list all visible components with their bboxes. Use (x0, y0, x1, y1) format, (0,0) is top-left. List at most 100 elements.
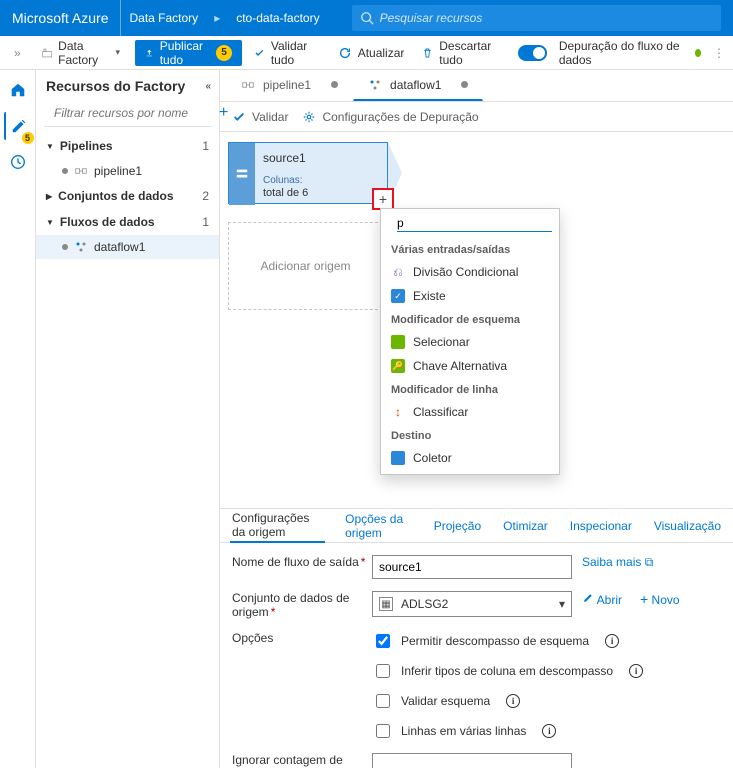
transform-surrogate-key[interactable]: 🔑 Chave Alternativa (381, 354, 559, 378)
transform-exists[interactable]: ✓ Existe (381, 284, 559, 308)
discard-all-button[interactable]: Descartar tudo (416, 35, 506, 71)
source-settings-panel: Configurações da origem Opções da origem… (220, 508, 733, 768)
debug-status-indicator (695, 49, 701, 57)
transform-select[interactable]: Selecionar (381, 330, 559, 354)
author-button[interactable]: 5 (4, 112, 32, 140)
search-placeholder: Pesquisar recursos (380, 11, 483, 25)
info-icon[interactable]: i (542, 724, 556, 738)
collapse-left-icon[interactable]: » (8, 46, 27, 60)
dataflow-icon (74, 240, 88, 254)
tab-pipeline1[interactable]: pipeline1 (226, 69, 353, 101)
global-search[interactable]: Pesquisar recursos (352, 5, 721, 31)
datasets-section[interactable]: ▶ Conjuntos de dados 2 (36, 183, 219, 209)
skip-line-count-label: Ignorar contagem de linhas (232, 753, 372, 768)
brand[interactable]: Microsoft Azure (12, 0, 121, 36)
source-dataset-select[interactable]: ▦ ADLSG2 ▾ (372, 591, 572, 617)
publish-all-button[interactable]: Publicar tudo 5 (135, 40, 242, 66)
refresh-button[interactable]: Atualizar (332, 42, 411, 64)
monitor-button[interactable] (4, 148, 32, 176)
allow-schema-drift-checkbox[interactable] (376, 634, 390, 648)
output-stream-name-input[interactable] (372, 555, 572, 579)
add-source-placeholder[interactable]: Adicionar origem (228, 222, 383, 310)
select-icon (391, 335, 405, 349)
validate-all-button[interactable]: Validar tudo (248, 35, 326, 71)
source-node[interactable]: source1 Colunas: total de 6 (228, 142, 388, 204)
factory-icon (42, 46, 52, 60)
options-label: Opções (232, 631, 372, 645)
more-icon[interactable]: ⋮ (713, 46, 725, 60)
breadcrumb-factory-name[interactable]: cto-data-factory (228, 0, 327, 36)
dataflow-item[interactable]: dataflow1 (36, 235, 219, 259)
skip-line-count-input[interactable] (372, 753, 572, 768)
item-label: Existe (413, 289, 446, 303)
pipeline-item[interactable]: pipeline1 (36, 159, 219, 183)
validate-button[interactable]: Validar (232, 110, 288, 124)
dirty-indicator-icon (461, 81, 468, 88)
dataflow-debug-toggle[interactable] (518, 45, 546, 61)
transform-sink[interactable]: Coletor (381, 446, 559, 470)
tab-preview[interactable]: Visualização (652, 509, 723, 543)
sort-icon: ↕ (391, 405, 405, 419)
breadcrumb-datafactory[interactable]: Data Factory (121, 0, 206, 36)
factory-resources-panel: Recursos do Factory « + ▼ Pipelines 1 (36, 70, 220, 768)
dataflows-section[interactable]: ▼ Fluxos de dados 1 (36, 209, 219, 235)
transform-conditional-split[interactable]: ⎌ Divisão Condicional (381, 260, 559, 284)
dataflows-count: 1 (202, 215, 209, 229)
info-icon[interactable]: i (506, 694, 520, 708)
datasets-label: Conjuntos de dados (58, 189, 173, 203)
validate-schema-label: Validar esquema (401, 694, 490, 708)
tab-source-settings[interactable]: Configurações da origem (230, 509, 325, 543)
check-icon (254, 46, 265, 60)
source-columns-total: total de 6 (263, 187, 308, 199)
dataflow-icon (368, 78, 382, 92)
learn-more-link[interactable]: Saiba mais ⧉ (582, 555, 653, 570)
tab-label: dataflow1 (390, 78, 441, 92)
item-label: Chave Alternativa (413, 359, 507, 373)
chevron-right-icon: ▸ (206, 0, 228, 36)
debug-settings-button[interactable]: Configurações de Depuração (302, 110, 478, 124)
collapse-panel-icon[interactable]: « (205, 81, 209, 92)
editor-tabs: pipeline1 dataflow1 (220, 70, 733, 102)
tab-inspect[interactable]: Inspecionar (568, 509, 634, 543)
popup-section-destination: Destino (381, 424, 559, 446)
info-icon[interactable]: i (629, 664, 643, 678)
open-dataset-button[interactable]: Abrir (582, 592, 622, 607)
pipelines-section[interactable]: ▼ Pipelines 1 (36, 133, 219, 159)
item-label: Divisão Condicional (413, 265, 518, 279)
dataflow-canvas[interactable]: source1 Colunas: total de 6 + Adicionar … (220, 132, 733, 508)
allow-schema-drift-label: Permitir descompasso de esquema (401, 634, 589, 648)
validate-label: Validar (252, 110, 288, 124)
factory-picker[interactable]: Data Factory ▾ (33, 34, 129, 72)
tab-label: pipeline1 (263, 78, 311, 92)
datasets-count: 2 (202, 189, 209, 203)
add-source-label: Adicionar origem (260, 259, 350, 273)
source-node-icon (229, 143, 255, 205)
multiline-rows-checkbox[interactable] (376, 724, 390, 738)
caret-right-icon: ▶ (46, 192, 52, 201)
new-dataset-button[interactable]: + Novo (640, 591, 680, 607)
tab-dataflow1[interactable]: dataflow1 (353, 69, 483, 101)
tab-optimize[interactable]: Otimizar (501, 509, 550, 543)
item-label: Selecionar (413, 335, 470, 349)
transform-sort[interactable]: ↕ Classificar (381, 400, 559, 424)
azure-top-bar: Microsoft Azure Data Factory ▸ cto-data-… (0, 0, 733, 36)
chevron-down-icon: ▾ (559, 597, 565, 611)
info-icon[interactable]: i (605, 634, 619, 648)
popup-section-multi-io: Várias entradas/saídas (381, 238, 559, 260)
validate-all-label: Validar tudo (271, 39, 320, 67)
add-transform-button[interactable]: + (372, 188, 394, 210)
chevron-down-icon: ▾ (116, 47, 121, 58)
filter-input[interactable] (52, 105, 213, 121)
resource-filter[interactable]: + (44, 102, 211, 127)
home-button[interactable] (4, 76, 32, 104)
popup-section-schema-mod: Modificador de esquema (381, 308, 559, 330)
infer-drift-types-checkbox[interactable] (376, 664, 390, 678)
tab-projection[interactable]: Projeção (432, 509, 483, 543)
validate-schema-checkbox[interactable] (376, 694, 390, 708)
tab-source-options[interactable]: Opções da origem (343, 509, 414, 543)
output-stream-name-label: Nome de fluxo de saída* (232, 555, 372, 569)
command-bar: » Data Factory ▾ Publicar tudo 5 Validar… (0, 36, 733, 70)
popup-section-row-mod: Modificador de linha (381, 378, 559, 400)
dataflow-item-label: dataflow1 (94, 240, 145, 254)
transform-search-input[interactable] (397, 215, 552, 232)
